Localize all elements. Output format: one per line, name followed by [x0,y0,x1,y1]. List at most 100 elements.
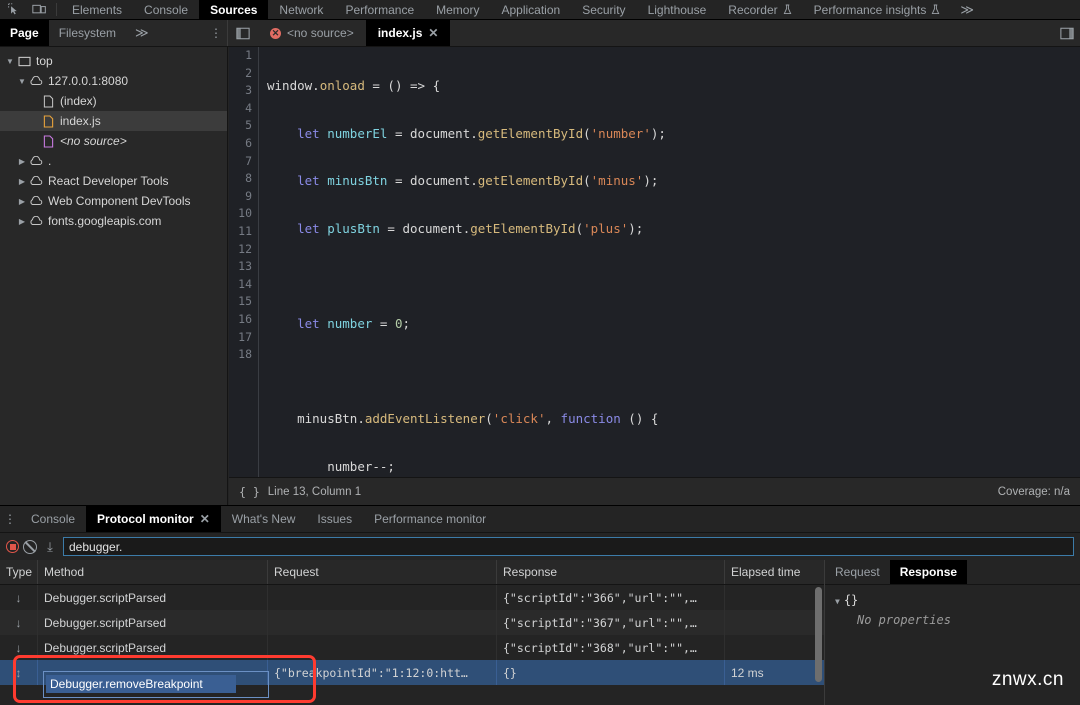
column-header-type[interactable]: Type [0,560,38,584]
editor-tab-no-source[interactable]: ✕ <no source> [258,20,366,46]
tab-recorder[interactable]: Recorder [717,0,802,19]
tab-label: Lighthouse [647,2,707,17]
tab-label: Elements [72,2,123,17]
twisty-icon[interactable]: ▼ [4,57,16,66]
tree-item-index[interactable]: (index) [0,91,227,111]
line-number: 18 [238,347,252,362]
code-editor[interactable]: 1 2 3 4 5 6 7 8 9 10 11 12 13 14 15 16 1… [229,47,1080,477]
download-icon[interactable]: ⤓ [41,539,59,555]
device-toolbar-icon[interactable] [26,0,52,19]
row-response: {"scriptId":"367","url":"",… [497,610,725,635]
line-number: 8 [245,171,252,186]
tree-item-no-source[interactable]: <no source> [0,131,227,151]
tab-application[interactable]: Application [490,0,571,19]
pretty-print-icon[interactable]: { } [239,485,260,499]
navigator-more-icon[interactable]: ≫ [126,25,158,41]
drawer-kebab-icon[interactable]: ⋮ [0,506,20,532]
tree-item-dot[interactable]: ▶ . [0,151,227,171]
tree-item-origin[interactable]: ▼ 127.0.0.1:8080 [0,71,227,91]
table-row[interactable]: ↓ Debugger.scriptParsed {"scriptId":"366… [0,585,824,610]
drawer-tab-label: Protocol monitor [97,512,194,526]
json-root-label: {} [843,593,859,607]
tab-label: Console [144,2,189,17]
tab-network[interactable]: Network [268,0,334,19]
line-number: 15 [238,294,252,309]
row-request [268,610,497,635]
twisty-icon[interactable]: ▼ [835,597,840,606]
detail-tab-response[interactable]: Response [889,560,968,584]
tree-item-index-js[interactable]: index.js [0,111,227,131]
table-row[interactable]: ↓ Debugger.scriptParsed {"scriptId":"367… [0,610,824,635]
line-number: 5 [245,118,252,133]
toggle-debugger-sidebar-icon[interactable] [1060,20,1074,46]
drawer-tab-protocol-monitor[interactable]: Protocol monitor ✕ [86,506,221,532]
tree-item-react-devtools[interactable]: ▶ React Developer Tools [0,171,227,191]
tab-performance[interactable]: Performance [334,0,425,19]
tree-item-top[interactable]: ▼ top [0,51,227,71]
column-header-method[interactable]: Method [38,560,268,584]
inspect-cursor-icon[interactable] [0,0,26,19]
twisty-icon[interactable]: ▶ [16,177,28,186]
navigator-tab-page[interactable]: Page [0,20,49,46]
editor-tab-index-js[interactable]: index.js ✕ [365,20,451,46]
tab-elements[interactable]: Elements [61,0,133,19]
script-icon [40,114,56,128]
coverage-status: Coverage: n/a [997,485,1070,498]
twisty-icon[interactable]: ▶ [16,217,28,226]
twisty-icon[interactable]: ▼ [16,77,28,86]
tab-performance-insights[interactable]: Performance insights [803,0,952,19]
drawer-tab-performance-monitor[interactable]: Performance monitor [363,506,497,532]
close-icon[interactable]: ✕ [428,26,438,40]
row-elapsed [725,585,824,610]
drawer-tab-label: Issues [317,512,353,526]
tab-security[interactable]: Security [571,0,636,19]
navigator-tab-filesystem[interactable]: Filesystem [49,20,126,46]
close-icon[interactable]: ✕ [200,512,210,526]
toggle-navigator-icon[interactable] [228,20,258,46]
navigator-tab-strip: Page Filesystem ≫ ⋮ [0,20,228,46]
column-header-response[interactable]: Response [497,560,725,584]
cloud-icon [28,196,44,206]
tree-item-web-component-devtools[interactable]: ▶ Web Component DevTools [0,191,227,211]
tree-item-label: . [48,154,52,168]
drawer-tab-whats-new[interactable]: What's New [221,506,307,532]
detail-tab-request[interactable]: Request [825,560,890,584]
detail-tab-label: Response [899,565,958,579]
line-number: 6 [245,135,252,150]
line-number-gutter: 1 2 3 4 5 6 7 8 9 10 11 12 13 14 15 16 1… [229,47,259,477]
column-header-request[interactable]: Request [268,560,497,584]
document-icon [40,94,56,108]
row-type: ↓ [0,635,38,660]
tab-label: Security [582,2,626,17]
sources-subtoolbar: Page Filesystem ≫ ⋮ ✕ <no source> index.… [0,20,1080,47]
twisty-icon[interactable]: ▶ [16,157,28,166]
row-request [268,585,497,610]
navigator-kebab-icon[interactable]: ⋮ [205,20,227,47]
drawer-tab-bar: ⋮ Console Protocol monitor ✕ What's New … [0,506,1080,533]
more-tabs-icon[interactable]: ≫ [951,0,983,19]
drawer-tab-issues[interactable]: Issues [306,506,363,532]
table-row[interactable]: ↓ Debugger.scriptParsed {"scriptId":"368… [0,635,824,660]
error-icon: ✕ [270,27,281,39]
tab-memory[interactable]: Memory [425,0,490,19]
tree-item-fonts-googleapis[interactable]: ▶ fonts.googleapis.com [0,211,227,231]
record-icon[interactable] [6,540,19,553]
drawer-tab-console[interactable]: Console [20,506,86,532]
navigator-file-tree[interactable]: ▼ top ▼ 127.0.0.1:8080 (index) index.js [0,47,228,505]
row-method: Debugger.removeBreakpoint [38,660,268,685]
line-number: 16 [238,311,252,326]
protocol-filter-input[interactable] [63,537,1074,556]
tab-lighthouse[interactable]: Lighthouse [637,0,718,19]
tab-console[interactable]: Console [133,0,199,19]
twisty-icon[interactable]: ▶ [16,197,28,206]
table-row-selected[interactable]: ↕ Debugger.removeBreakpoint {"breakpoint… [0,660,824,685]
code-content[interactable]: window.onload = () => { let numberEl = d… [267,47,1080,477]
clear-icon[interactable] [23,539,37,554]
table-scrollbar[interactable] [815,587,822,682]
cursor-position: Line 13, Column 1 [267,485,362,498]
json-root-node[interactable]: ▼{} [825,585,1080,607]
tab-sources[interactable]: Sources [199,0,269,19]
code-line: let numberEl = document.getElementById('… [297,125,666,141]
column-header-elapsed-time[interactable]: Elapsed time [725,560,824,584]
